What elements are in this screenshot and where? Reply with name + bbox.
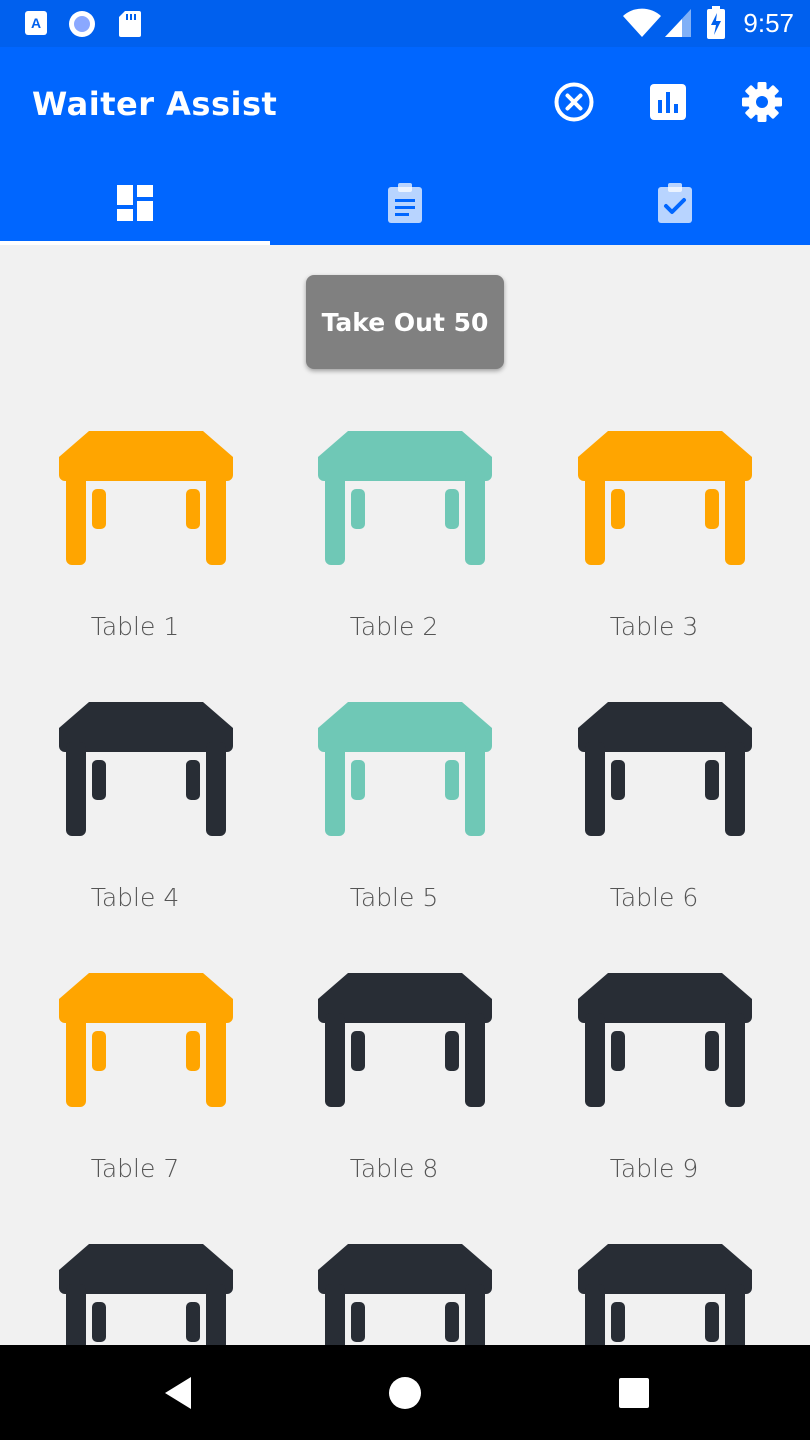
wifi-icon: [622, 8, 662, 42]
table-item[interactable]: Table 1: [0, 400, 270, 671]
table-label: Table 8: [349, 1154, 439, 1183]
clipboard-check-icon: [656, 182, 694, 228]
svg-text:A: A: [31, 15, 41, 31]
recents-button[interactable]: [614, 1373, 654, 1413]
tab-orders[interactable]: [270, 165, 540, 245]
table-icon: [578, 973, 752, 1107]
signal-icon: [664, 8, 692, 42]
tab-tables[interactable]: [0, 165, 270, 245]
table-label: Table 4: [90, 883, 180, 912]
table-label: Table 3: [609, 612, 699, 641]
table-icon: [578, 702, 752, 836]
table-item[interactable]: Table 3: [519, 400, 789, 671]
home-button[interactable]: [385, 1373, 425, 1413]
accessibility-app-icon: A: [24, 10, 48, 40]
table-item[interactable]: Table 6: [519, 671, 789, 942]
table-icon: [318, 973, 492, 1107]
back-button[interactable]: [158, 1373, 198, 1413]
take-out-button[interactable]: Take Out 50: [306, 275, 504, 369]
app-bar: Waiter Assist: [0, 47, 810, 245]
settings-button[interactable]: [738, 80, 786, 128]
table-icon: [59, 702, 233, 836]
table-item[interactable]: Table 9: [519, 942, 789, 1213]
table-label: Table 7: [90, 1154, 180, 1183]
selected-tab-indicator: [0, 241, 270, 245]
gear-icon: [740, 80, 784, 128]
table-item[interactable]: Table 2: [259, 400, 529, 671]
navigation-bar: [0, 1345, 810, 1440]
sd-card-icon: [118, 10, 142, 42]
battery-charging-icon: [706, 6, 726, 44]
table-icon: [59, 1244, 233, 1345]
table-icon: [578, 1244, 752, 1345]
table-label: Table 1: [90, 612, 180, 641]
table-icon: [318, 1244, 492, 1345]
circle-app-icon: [68, 10, 96, 42]
table-label: Table 6: [609, 883, 699, 912]
table-icon: [59, 431, 233, 565]
table-label: Table 9: [609, 1154, 699, 1183]
table-grid: Table 1 Table 2 Table 3 Table 4 Table 5 Table…: [0, 400, 810, 1345]
tab-completed[interactable]: [540, 165, 810, 245]
statistics-button[interactable]: [644, 80, 692, 128]
table-item[interactable]: [259, 1213, 529, 1345]
table-label: Table 2: [349, 612, 439, 641]
table-icon: [578, 431, 752, 565]
cancel-circle-icon: [552, 80, 596, 128]
table-item[interactable]: [0, 1213, 270, 1345]
table-item[interactable]: Table 8: [259, 942, 529, 1213]
table-item[interactable]: [519, 1213, 789, 1345]
table-icon: [318, 431, 492, 565]
back-icon: [158, 1377, 198, 1417]
app-title: Waiter Assist: [32, 85, 278, 123]
status-time: 9:57: [743, 8, 794, 38]
clipboard-list-icon: [386, 182, 424, 228]
table-icon: [59, 973, 233, 1107]
bar-chart-icon: [648, 82, 688, 126]
table-icon: [318, 702, 492, 836]
recents-icon: [614, 1378, 654, 1417]
table-label: Table 5: [349, 883, 439, 912]
home-icon: [385, 1377, 425, 1417]
table-item[interactable]: Table 7: [0, 942, 270, 1213]
status-bar: A 9:57: [0, 0, 810, 47]
clear-button[interactable]: [550, 80, 598, 128]
dashboard-icon: [116, 184, 154, 226]
table-item[interactable]: Table 4: [0, 671, 270, 942]
table-item[interactable]: Table 5: [259, 671, 529, 942]
